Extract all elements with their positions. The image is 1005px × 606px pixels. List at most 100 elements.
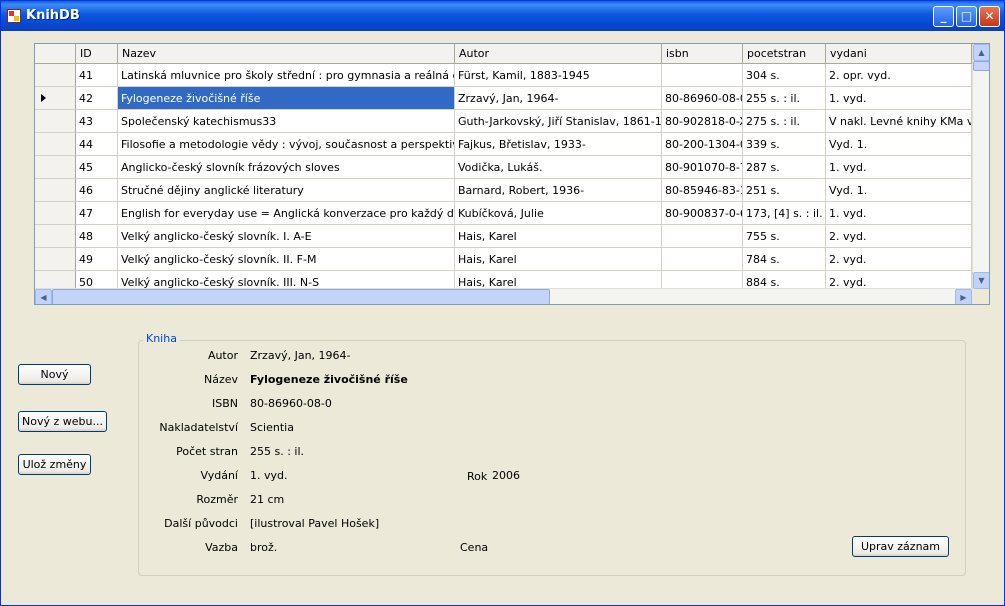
size-label: Rozměr <box>196 493 238 506</box>
column-header-isbn[interactable]: isbn <box>662 44 743 64</box>
scroll-up-icon[interactable]: ▲ <box>973 44 989 61</box>
row-header[interactable] <box>35 87 76 110</box>
new-from-web-button[interactable]: Nový z webu... <box>18 411 107 432</box>
cell-autor[interactable]: Vodička, Lukáš. <box>455 156 662 179</box>
table-row[interactable]: 48 Velký anglicko-český slovník. I. A-E Ha… <box>35 225 972 248</box>
cell-nazev[interactable]: Filosofie a metodologie vědy : vývoj, so… <box>118 133 455 156</box>
column-header-nazev[interactable]: Nazev <box>118 44 455 64</box>
cell-id[interactable]: 42 <box>76 87 118 110</box>
cell-pocetstran[interactable]: 173, [4] s. : il. <box>743 202 826 225</box>
cell-vydani[interactable]: 1. vyd. <box>826 156 972 179</box>
cell-autor[interactable]: Fürst, Kamil, 1883-1945 <box>455 64 662 87</box>
table-row[interactable]: 45 Anglicko-český slovník frázových slove… <box>35 156 972 179</box>
cell-isbn[interactable] <box>662 248 743 271</box>
table-row[interactable]: 46 Stručné dějiny anglické literatury Barn… <box>35 179 972 202</box>
window-title: KnihDB <box>26 8 80 23</box>
cell-isbn[interactable] <box>662 64 743 87</box>
table-row[interactable]: 47 English for everyday use = Anglická ko… <box>35 202 972 225</box>
cell-nazev[interactable]: Stručné dějiny anglické literatury <box>118 179 455 202</box>
vertical-scroll-thumb[interactable] <box>973 61 989 71</box>
row-header[interactable] <box>35 64 76 87</box>
column-header-autor[interactable]: Autor <box>455 44 662 64</box>
column-header-vydani[interactable]: vydani <box>826 44 972 64</box>
cell-autor[interactable]: Zrzavý, Jan, 1964- <box>455 87 662 110</box>
pages-value: 255 s. : il. <box>250 445 305 458</box>
cell-autor[interactable]: Fajkus, Břetislav, 1933- <box>455 133 662 156</box>
table-row[interactable]: 43 Společenský katechismus33 Guth-Jarkovsk… <box>35 110 972 133</box>
cell-vydani[interactable]: 1. vyd. <box>826 202 972 225</box>
row-header[interactable] <box>35 110 76 133</box>
cell-isbn[interactable]: 80-901070-8-7 <box>662 156 743 179</box>
table-row[interactable]: 49 Velký anglicko-český slovník. II. F-M H… <box>35 248 972 271</box>
vertical-scrollbar[interactable]: ▲ ▼ <box>972 44 989 289</box>
scroll-left-icon[interactable]: ◀ <box>35 289 52 304</box>
cell-pocetstran[interactable]: 784 s. <box>743 248 826 271</box>
cell-id[interactable]: 48 <box>76 225 118 248</box>
cell-isbn[interactable] <box>662 225 743 248</box>
edition-label: Vydání <box>200 469 239 482</box>
cell-id[interactable]: 43 <box>76 110 118 133</box>
new-button[interactable]: Nový <box>18 364 91 385</box>
cell-nazev[interactable]: Velký anglicko-český slovník. II. F-M <box>118 248 455 271</box>
cell-pocetstran[interactable]: 275 s. : il. <box>743 110 826 133</box>
cell-vydani[interactable]: Vyd. 1. <box>826 179 972 202</box>
cell-autor[interactable]: Barnard, Robert, 1936- <box>455 179 662 202</box>
cell-autor[interactable]: Kubíčková, Julie <box>455 202 662 225</box>
cell-id[interactable]: 45 <box>76 156 118 179</box>
cell-pocetstran[interactable]: 755 s. <box>743 225 826 248</box>
table-row[interactable]: 44 Filosofie a metodologie vědy : vývoj, … <box>35 133 972 156</box>
save-changes-button[interactable]: Ulož změny <box>18 454 91 475</box>
scroll-down-icon[interactable]: ▼ <box>973 272 989 289</box>
cell-nazev[interactable]: Latinská mluvnice pro školy střední : pr… <box>118 64 455 87</box>
cell-isbn[interactable]: 80-200-1304-0 <box>662 133 743 156</box>
maximize-button[interactable]: □ <box>956 6 977 27</box>
column-header-id[interactable]: ID <box>76 44 118 64</box>
cell-pocetstran[interactable]: 287 s. <box>743 156 826 179</box>
cell-id[interactable]: 44 <box>76 133 118 156</box>
minimize-button[interactable]: _ <box>933 6 954 27</box>
row-header[interactable] <box>35 248 76 271</box>
cell-id[interactable]: 49 <box>76 248 118 271</box>
cell-id[interactable]: 47 <box>76 202 118 225</box>
cell-id[interactable]: 41 <box>76 64 118 87</box>
cell-isbn[interactable]: 80-86960-08-0 <box>662 87 743 110</box>
horizontal-scrollbar[interactable]: ◀ ▶ <box>35 288 972 304</box>
row-header[interactable] <box>35 156 76 179</box>
cell-isbn[interactable]: 80-85946-83-1 <box>662 179 743 202</box>
cell-autor[interactable]: Hais, Karel <box>455 225 662 248</box>
cell-pocetstran[interactable]: 339 s. <box>743 133 826 156</box>
cell-pocetstran[interactable]: 304 s. <box>743 64 826 87</box>
cell-vydani[interactable]: 2. vyd. <box>826 248 972 271</box>
row-header[interactable] <box>35 133 76 156</box>
cell-nazev[interactable]: Fylogeneze živočišné říše <box>118 87 455 110</box>
cell-nazev[interactable]: Anglicko-český slovník frázových sloves <box>118 156 455 179</box>
row-header[interactable] <box>35 225 76 248</box>
cell-id[interactable]: 46 <box>76 179 118 202</box>
cell-pocetstran[interactable]: 251 s. <box>743 179 826 202</box>
cell-vydani[interactable]: V nakl. Levné knihy KMa vyd. 1. <box>826 110 972 133</box>
cell-nazev[interactable]: Společenský katechismus33 <box>118 110 455 133</box>
cell-vydani[interactable]: 2. vyd. <box>826 225 972 248</box>
cell-nazev[interactable]: English for everyday use = Anglická konv… <box>118 202 455 225</box>
edit-record-button[interactable]: Uprav záznam <box>852 536 949 557</box>
horizontal-scroll-thumb[interactable] <box>52 289 550 304</box>
cell-pocetstran[interactable]: 255 s. : il. <box>743 87 826 110</box>
row-header[interactable] <box>35 179 76 202</box>
cell-vydani[interactable]: 1. vyd. <box>826 87 972 110</box>
contributors-label: Další původci <box>164 517 238 530</box>
cell-isbn[interactable]: 80-900837-0-6 <box>662 202 743 225</box>
row-header[interactable] <box>35 202 76 225</box>
cell-vydani[interactable]: Vyd. 1. <box>826 133 972 156</box>
table-row[interactable]: 42 Fylogeneze živočišné říše Zrzavý, Jan, … <box>35 87 972 110</box>
cell-vydani[interactable]: 2. opr. vyd. <box>826 64 972 87</box>
cell-autor[interactable]: Guth-Jarkovský, Jiří Stanislav, 1861-194… <box>455 110 662 133</box>
title-bar[interactable]: KnihDB _ □ ✕ <box>1 1 1004 31</box>
cell-nazev[interactable]: Velký anglicko-český slovník. I. A-E <box>118 225 455 248</box>
cell-autor[interactable]: Hais, Karel <box>455 248 662 271</box>
books-grid[interactable]: ID Nazev Autor isbn pocetstran vydani 41… <box>34 43 990 305</box>
cell-isbn[interactable]: 80-902818-0-X <box>662 110 743 133</box>
scroll-right-icon[interactable]: ▶ <box>955 289 972 304</box>
column-header-pocetstran[interactable]: pocetstran <box>743 44 826 64</box>
table-row[interactable]: 41 Latinská mluvnice pro školy střední : … <box>35 64 972 87</box>
close-button[interactable]: ✕ <box>979 6 1000 27</box>
